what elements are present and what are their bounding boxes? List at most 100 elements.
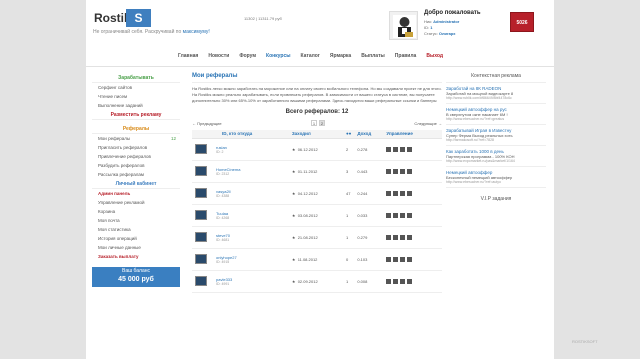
sidebar-item-cart[interactable]: Корзина xyxy=(92,207,180,216)
col-income[interactable]: Доход xyxy=(357,130,387,139)
avatar[interactable] xyxy=(389,11,418,40)
manage-icon[interactable] xyxy=(393,168,399,174)
ad-block[interactable]: Заработай на 8К RADEON Заработай на мощн… xyxy=(446,86,546,104)
manage-icon[interactable] xyxy=(386,168,392,174)
sidebar-item-letters[interactable]: Чтение писем xyxy=(92,92,180,101)
manage-icon[interactable] xyxy=(400,256,406,262)
nav-item-news[interactable]: Новости xyxy=(208,53,229,61)
thumb-cell xyxy=(192,270,216,293)
star-icon[interactable]: ★ xyxy=(292,235,296,240)
sidebar-item-attract[interactable]: Привлечение рефералов xyxy=(92,152,180,161)
ad-block[interactable]: Зарабатывай Играя в Известну Супер Ферма… xyxy=(446,128,546,146)
manage-icon[interactable] xyxy=(400,212,406,218)
sidebar-item-profile[interactable]: Мои личные данные xyxy=(92,243,180,252)
user-thumbnail[interactable] xyxy=(195,188,207,198)
manage-icon[interactable] xyxy=(386,278,392,284)
sidebar-item-history[interactable]: История операций xyxy=(92,234,180,243)
ad-block[interactable]: Как заработать 1000 в день Партнерская п… xyxy=(446,149,546,167)
ad-header[interactable]: Разместить рекламу xyxy=(92,110,180,120)
star-icon[interactable]: ★ xyxy=(292,213,296,218)
star-icon[interactable]: ★ xyxy=(292,169,296,174)
nav-item-home[interactable]: Главная xyxy=(178,53,198,61)
sidebar-item-mail[interactable]: Моя почта xyxy=(92,216,180,225)
sidebar-item-my-refs[interactable]: Мои рефералы 12 xyxy=(92,134,180,143)
nav-item-forum[interactable]: Форум xyxy=(239,53,256,61)
cab-header[interactable]: Личный кабинет xyxy=(92,179,180,189)
nav-item-fair[interactable]: Ярмарка xyxy=(330,53,351,61)
manage-icon[interactable] xyxy=(407,212,413,218)
user-thumbnail[interactable] xyxy=(195,276,207,286)
sidebar-item-mailing[interactable]: Рассылка рефералам xyxy=(92,170,180,179)
sidebar-item-ads-manage[interactable]: Управление рекламой xyxy=(92,198,180,207)
user-thumbnail[interactable] xyxy=(195,166,207,176)
user-thumbnail[interactable] xyxy=(195,232,207,242)
manage-icon[interactable] xyxy=(407,256,413,262)
sidebar-item-stats[interactable]: Моя статистика xyxy=(92,225,180,234)
manage-icon[interactable] xyxy=(407,190,413,196)
page-link[interactable]: 2 xyxy=(319,120,326,126)
logo-box[interactable]: S xyxy=(126,9,151,27)
date-cell: ★ 06.12.2012 xyxy=(291,138,346,161)
nav-item-contests[interactable]: Конкурсы xyxy=(266,53,290,61)
earn-header[interactable]: Зарабатывать xyxy=(92,73,180,83)
nav-item-rules[interactable]: Правила xyxy=(395,53,417,61)
manage-icon[interactable] xyxy=(386,234,392,240)
manage-icon[interactable] xyxy=(400,278,406,284)
last-visit: 06.12.2012 xyxy=(297,146,318,152)
manage-icon[interactable] xyxy=(386,212,392,218)
sidebar-item-invite[interactable]: Пригласить рефералов xyxy=(92,143,180,152)
manage-icon[interactable] xyxy=(393,146,399,152)
refs-cell: 2 xyxy=(345,138,358,161)
manage-icon[interactable] xyxy=(386,190,392,196)
manage-icon[interactable] xyxy=(407,234,413,240)
nick-value[interactable]: Administrator xyxy=(433,19,459,24)
vip-header[interactable]: V.I.P задания xyxy=(446,196,546,202)
manage-icon[interactable] xyxy=(393,278,399,284)
col-id[interactable]: ID, кто откуда xyxy=(192,130,292,139)
page-link[interactable]: 1 xyxy=(311,120,318,126)
nav-item-exit[interactable]: Выход xyxy=(426,53,443,61)
date-cell: ★ 11.08.2012 xyxy=(291,248,346,271)
manage-icon[interactable] xyxy=(400,190,406,196)
manage-icon[interactable] xyxy=(386,146,392,152)
nav-item-catalog[interactable]: Каталог xyxy=(301,53,320,61)
ref-header[interactable]: Рефералы xyxy=(92,124,180,134)
sidebar-item-wake[interactable]: Разбудить рефералов xyxy=(92,161,180,170)
ads-header: Контекстная реклама xyxy=(446,73,546,83)
user-thumbnail[interactable] xyxy=(195,210,207,220)
ad-url: http://farmakosoft.ru/?ref=7828 xyxy=(446,138,494,142)
col-date[interactable]: Заходил xyxy=(291,130,346,139)
thumb-cell xyxy=(192,226,216,249)
sidebar-item-admin[interactable]: Админ панель xyxy=(92,189,180,198)
sidebar-item-tasks[interactable]: Выполнение заданий xyxy=(92,101,180,110)
messages-counter[interactable]: 5026 xyxy=(510,12,534,32)
tagline-link[interactable]: максимуму! xyxy=(183,29,210,35)
nav-item-payouts[interactable]: Выплаты xyxy=(361,53,385,61)
manage-icon[interactable] xyxy=(400,146,406,152)
manage-icon[interactable] xyxy=(400,234,406,240)
ad-block[interactable]: Немецкий автооффер Бесконечный немецкий … xyxy=(446,170,546,188)
sidebar-item-payout[interactable]: Заказать выплату xyxy=(92,252,180,261)
manage-icon[interactable] xyxy=(407,146,413,152)
manage-icon[interactable] xyxy=(393,256,399,262)
user-cell: Tuulaa ID: 4268 xyxy=(216,204,292,227)
user-thumbnail[interactable] xyxy=(195,254,207,264)
star-icon[interactable]: ★ xyxy=(292,147,296,152)
prev-link[interactable]: ← Предыдущие xyxy=(192,121,222,126)
col-people: ●● xyxy=(345,130,358,139)
user-thumbnail[interactable] xyxy=(195,144,207,154)
star-icon[interactable]: ★ xyxy=(292,257,296,262)
ad-block[interactable]: Немецкий автооффер на рус В сверхнутом о… xyxy=(446,107,546,125)
manage-icon[interactable] xyxy=(407,168,413,174)
manage-icon[interactable] xyxy=(407,278,413,284)
star-icon[interactable]: ★ xyxy=(292,191,296,196)
manage-icon[interactable] xyxy=(393,212,399,218)
manage-icon[interactable] xyxy=(400,168,406,174)
status-value: Олигарх xyxy=(438,31,456,36)
next-link[interactable]: Следующие → xyxy=(414,121,442,126)
star-icon[interactable]: ★ xyxy=(292,279,296,284)
sidebar-item-surfing[interactable]: Серфинг сайтов xyxy=(92,83,180,92)
manage-icon[interactable] xyxy=(393,234,399,240)
manage-icon[interactable] xyxy=(393,190,399,196)
manage-icon[interactable] xyxy=(386,256,392,262)
